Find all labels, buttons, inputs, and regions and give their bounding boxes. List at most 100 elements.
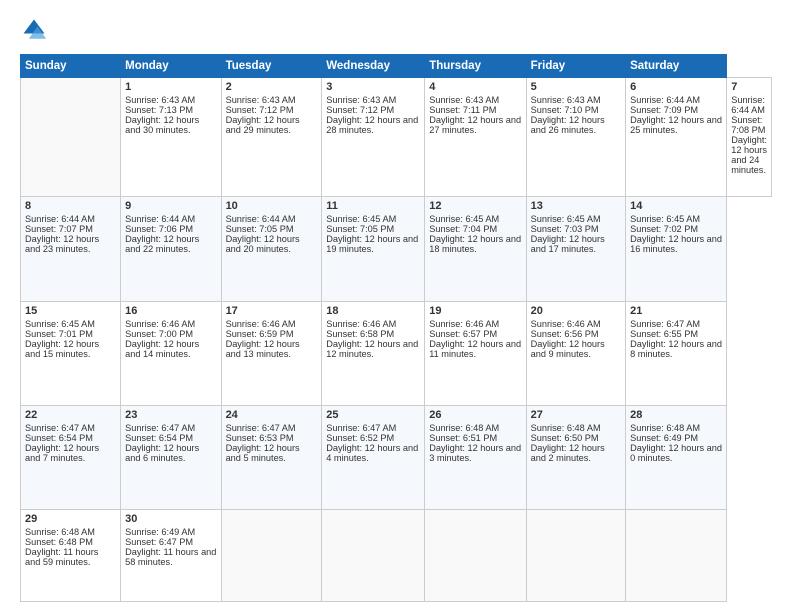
table-cell — [221, 509, 322, 601]
sunrise-label: Sunrise: 6:43 AM — [429, 95, 499, 105]
sunset-label: Sunset: 7:02 PM — [630, 224, 698, 234]
sunset-label: Sunset: 6:55 PM — [630, 329, 698, 339]
day-number: 8 — [25, 200, 116, 212]
col-friday: Friday — [526, 55, 625, 78]
table-cell: 7Sunrise: 6:44 AMSunset: 7:08 PMDaylight… — [727, 78, 772, 197]
day-number: 30 — [125, 513, 216, 525]
sunrise-label: Sunrise: 6:47 AM — [125, 423, 195, 433]
daylight-label: Daylight: 12 hours and 0 minutes. — [630, 443, 722, 463]
day-number: 17 — [226, 305, 318, 317]
col-tuesday: Tuesday — [221, 55, 322, 78]
sunrise-label: Sunrise: 6:44 AM — [125, 214, 195, 224]
sunset-label: Sunset: 7:05 PM — [226, 224, 294, 234]
sunset-label: Sunset: 7:13 PM — [125, 105, 193, 115]
sunset-label: Sunset: 7:00 PM — [125, 329, 193, 339]
day-number: 9 — [125, 200, 216, 212]
sunrise-label: Sunrise: 6:46 AM — [125, 319, 195, 329]
sunrise-label: Sunrise: 6:45 AM — [531, 214, 601, 224]
day-number: 24 — [226, 409, 318, 421]
table-cell: 19Sunrise: 6:46 AMSunset: 6:57 PMDayligh… — [425, 301, 526, 405]
table-cell: 29Sunrise: 6:48 AMSunset: 6:48 PMDayligh… — [21, 509, 121, 601]
sunrise-label: Sunrise: 6:47 AM — [226, 423, 296, 433]
daylight-label: Daylight: 12 hours and 15 minutes. — [25, 339, 99, 359]
sunset-label: Sunset: 7:06 PM — [125, 224, 193, 234]
daylight-label: Daylight: 12 hours and 9 minutes. — [531, 339, 605, 359]
sunset-label: Sunset: 6:52 PM — [326, 433, 394, 443]
sunset-label: Sunset: 7:07 PM — [25, 224, 93, 234]
day-number: 11 — [326, 200, 420, 212]
sunrise-label: Sunrise: 6:47 AM — [25, 423, 95, 433]
sunrise-label: Sunrise: 6:45 AM — [326, 214, 396, 224]
daylight-label: Daylight: 12 hours and 6 minutes. — [125, 443, 199, 463]
table-cell: 16Sunrise: 6:46 AMSunset: 7:00 PMDayligh… — [121, 301, 221, 405]
sunset-label: Sunset: 6:47 PM — [125, 537, 193, 547]
sunset-label: Sunset: 7:03 PM — [531, 224, 599, 234]
sunset-label: Sunset: 7:09 PM — [630, 105, 698, 115]
day-number: 15 — [25, 305, 116, 317]
table-cell — [526, 509, 625, 601]
day-number: 12 — [429, 200, 521, 212]
sunset-label: Sunset: 7:08 PM — [731, 115, 765, 135]
sunset-label: Sunset: 6:58 PM — [326, 329, 394, 339]
table-cell: 13Sunrise: 6:45 AMSunset: 7:03 PMDayligh… — [526, 197, 625, 301]
table-cell: 28Sunrise: 6:48 AMSunset: 6:49 PMDayligh… — [626, 405, 727, 509]
sunset-label: Sunset: 6:49 PM — [630, 433, 698, 443]
daylight-label: Daylight: 12 hours and 4 minutes. — [326, 443, 418, 463]
sunrise-label: Sunrise: 6:49 AM — [125, 527, 195, 537]
sunset-label: Sunset: 7:04 PM — [429, 224, 497, 234]
day-number: 7 — [731, 81, 767, 93]
daylight-label: Daylight: 12 hours and 20 minutes. — [226, 234, 300, 254]
table-cell: 15Sunrise: 6:45 AMSunset: 7:01 PMDayligh… — [21, 301, 121, 405]
day-number: 3 — [326, 81, 420, 93]
day-number: 25 — [326, 409, 420, 421]
sunrise-label: Sunrise: 6:44 AM — [630, 95, 700, 105]
table-cell: 24Sunrise: 6:47 AMSunset: 6:53 PMDayligh… — [221, 405, 322, 509]
daylight-label: Daylight: 12 hours and 13 minutes. — [226, 339, 300, 359]
sunset-label: Sunset: 7:12 PM — [226, 105, 294, 115]
header — [20, 16, 772, 44]
calendar: Sunday Monday Tuesday Wednesday Thursday… — [20, 54, 772, 602]
day-number: 21 — [630, 305, 722, 317]
daylight-label: Daylight: 12 hours and 24 minutes. — [731, 135, 767, 175]
daylight-label: Daylight: 12 hours and 23 minutes. — [25, 234, 99, 254]
day-number: 10 — [226, 200, 318, 212]
col-saturday: Saturday — [626, 55, 727, 78]
col-thursday: Thursday — [425, 55, 526, 78]
sunrise-label: Sunrise: 6:48 AM — [630, 423, 700, 433]
daylight-label: Daylight: 12 hours and 2 minutes. — [531, 443, 605, 463]
daylight-label: Daylight: 12 hours and 12 minutes. — [326, 339, 418, 359]
table-cell: 14Sunrise: 6:45 AMSunset: 7:02 PMDayligh… — [626, 197, 727, 301]
sunrise-label: Sunrise: 6:46 AM — [326, 319, 396, 329]
daylight-label: Daylight: 12 hours and 30 minutes. — [125, 115, 199, 135]
day-number: 6 — [630, 81, 722, 93]
sunset-label: Sunset: 6:54 PM — [25, 433, 93, 443]
day-number: 18 — [326, 305, 420, 317]
sunset-label: Sunset: 6:50 PM — [531, 433, 599, 443]
table-cell: 11Sunrise: 6:45 AMSunset: 7:05 PMDayligh… — [322, 197, 425, 301]
sunrise-label: Sunrise: 6:44 AM — [226, 214, 296, 224]
daylight-label: Daylight: 12 hours and 22 minutes. — [125, 234, 199, 254]
day-number: 13 — [531, 200, 621, 212]
table-cell — [322, 509, 425, 601]
sunrise-label: Sunrise: 6:45 AM — [429, 214, 499, 224]
sunrise-label: Sunrise: 6:43 AM — [326, 95, 396, 105]
sunrise-label: Sunrise: 6:48 AM — [429, 423, 499, 433]
sunset-label: Sunset: 6:56 PM — [531, 329, 599, 339]
sunset-label: Sunset: 6:59 PM — [226, 329, 294, 339]
table-cell: 6Sunrise: 6:44 AMSunset: 7:09 PMDaylight… — [626, 78, 727, 197]
sunset-label: Sunset: 7:10 PM — [531, 105, 599, 115]
sunrise-label: Sunrise: 6:43 AM — [531, 95, 601, 105]
day-number: 29 — [25, 513, 116, 525]
col-sunday: Sunday — [21, 55, 121, 78]
table-cell: 27Sunrise: 6:48 AMSunset: 6:50 PMDayligh… — [526, 405, 625, 509]
day-number: 2 — [226, 81, 318, 93]
col-monday: Monday — [121, 55, 221, 78]
table-cell: 23Sunrise: 6:47 AMSunset: 6:54 PMDayligh… — [121, 405, 221, 509]
daylight-label: Daylight: 12 hours and 3 minutes. — [429, 443, 521, 463]
daylight-label: Daylight: 12 hours and 28 minutes. — [326, 115, 418, 135]
table-cell: 21Sunrise: 6:47 AMSunset: 6:55 PMDayligh… — [626, 301, 727, 405]
table-cell: 18 Sunrise: 6:46 AMSunset: 6:58 PMDayligh… — [322, 301, 425, 405]
table-cell: 10 Sunrise: 6:44 AMSunset: 7:05 PMDayligh… — [221, 197, 322, 301]
table-cell: 30 Sunrise: 6:49 AMSunset: 6:47 PMDayligh… — [121, 509, 221, 601]
daylight-label: Daylight: 11 hours and 58 minutes. — [125, 547, 216, 567]
